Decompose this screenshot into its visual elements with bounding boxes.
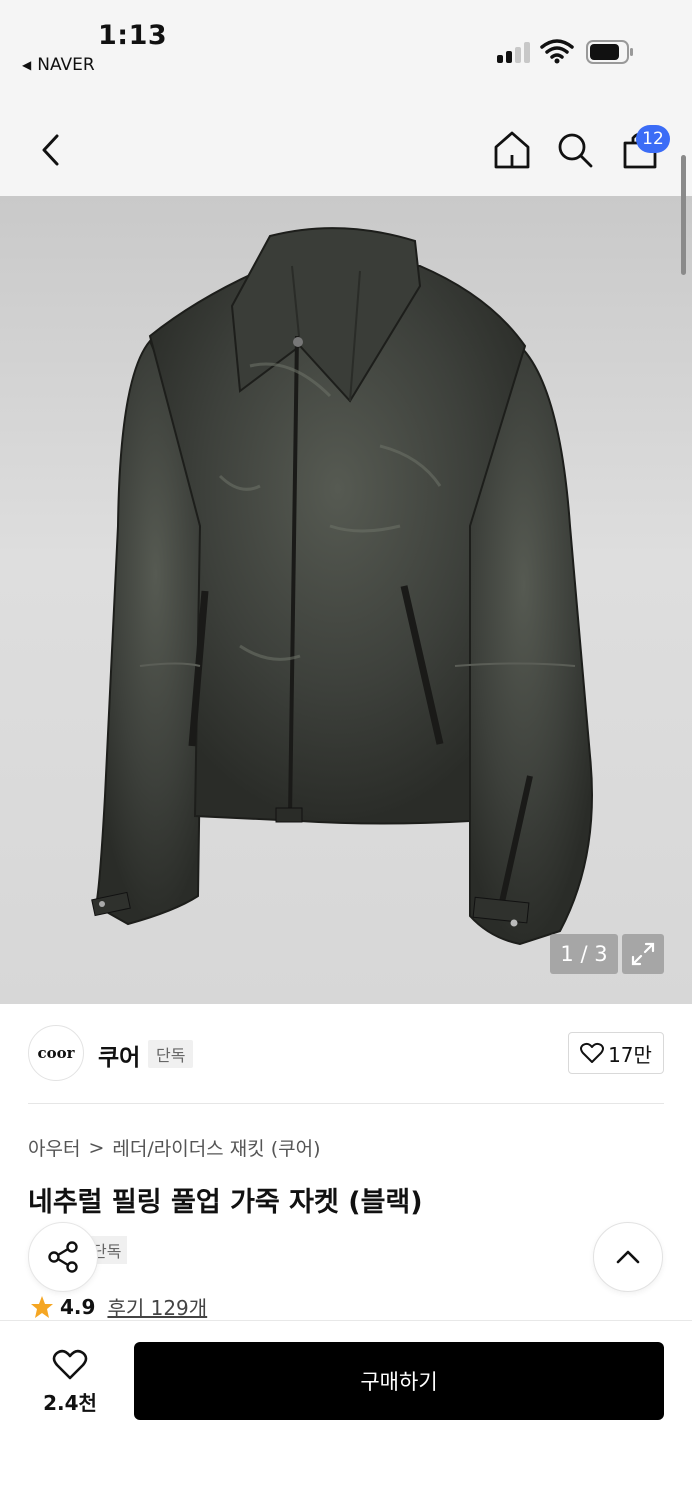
back-button[interactable] (30, 126, 70, 174)
battery-icon (586, 40, 633, 64)
wishlist-count: 2.4천 (43, 1390, 97, 1415)
brand-logo[interactable]: coor (28, 1025, 84, 1081)
section-divider (28, 1103, 664, 1104)
exclusive-tag: 단독 (148, 1040, 194, 1068)
breadcrumb-subcategory[interactable]: 레더/라이더스 재킷 (쿠어) (112, 1134, 320, 1161)
breadcrumb-category[interactable]: 아우터 (28, 1134, 80, 1161)
share-icon (48, 1241, 78, 1273)
rating-row: 4.9 후기 129개 (30, 1292, 207, 1321)
cellular-signal-icon (497, 41, 531, 63)
back-to-app-link[interactable]: ◀ NAVER (22, 55, 95, 75)
chevron-up-icon (616, 1250, 640, 1264)
search-button[interactable] (553, 126, 597, 174)
status-time: 1:13 (98, 20, 168, 51)
brand-like-count: 17만 (608, 1042, 652, 1067)
back-chevron-icon (42, 134, 59, 166)
search-icon (558, 133, 593, 168)
reviews-link[interactable]: 후기 129개 (107, 1292, 207, 1321)
heart-icon (52, 1349, 88, 1379)
chevron-right-icon: > (88, 1136, 105, 1159)
rating-score: 4.9 (60, 1294, 96, 1319)
back-triangle-icon: ◀ (22, 58, 32, 72)
share-button[interactable] (28, 1222, 98, 1292)
image-counter: 1 / 3 (550, 934, 618, 974)
heart-icon (580, 1042, 605, 1063)
wifi-icon (540, 39, 574, 64)
expand-image-button[interactable] (622, 934, 664, 974)
home-button[interactable] (490, 126, 534, 174)
page-scroll-indicator[interactable] (681, 155, 686, 275)
buy-button[interactable]: 구매하기 (134, 1342, 664, 1420)
product-title: 네추럴 필링 풀업 가죽 자켓 (블랙) (28, 1187, 423, 1218)
product-image-gallery[interactable] (0, 196, 692, 1004)
star-icon (31, 1295, 53, 1318)
wishlist-button[interactable]: 2.4천 (28, 1346, 112, 1418)
home-icon (494, 131, 530, 169)
brand-name[interactable]: 쿠어 (98, 1038, 140, 1072)
jacket-product-image (91, 227, 593, 946)
brand-like-button[interactable]: 17만 (568, 1032, 664, 1074)
cart-count-badge: 12 (636, 125, 670, 153)
breadcrumb: 아우터 > 레더/라이더스 재킷 (쿠어) (28, 1134, 320, 1161)
expand-icon (631, 942, 655, 966)
back-app-label: NAVER (37, 55, 95, 75)
scroll-top-button[interactable] (593, 1222, 663, 1292)
